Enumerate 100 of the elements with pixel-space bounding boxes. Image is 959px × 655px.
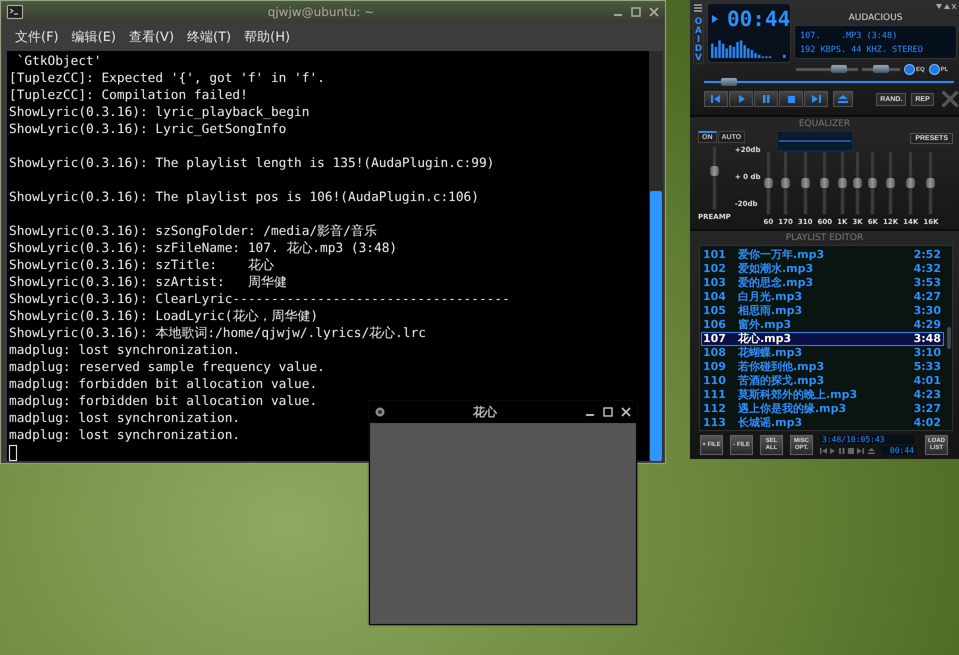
next-icon[interactable] xyxy=(810,93,822,105)
track-title: 遇上你是我的缘.mp3 xyxy=(738,403,848,415)
track-title: 花心.mp3 xyxy=(738,333,792,345)
terminal-line: ShowLyric(0.3.16): szTitle: 花心 xyxy=(9,257,274,274)
playlist-row[interactable]: 105 相思雨.mp3 3:30 xyxy=(701,304,944,318)
eq-slider[interactable] xyxy=(855,151,860,215)
menu-item[interactable]: 查看(V) xyxy=(128,28,174,46)
song-info: 107. .MP3 (3:48) xyxy=(800,30,898,43)
terminal-line: madplug: forbidden bit allocation value. xyxy=(9,393,318,410)
slider-thumb[interactable] xyxy=(721,78,737,86)
terminal-line: [TuplezCC]: Compilation failed! xyxy=(9,87,248,104)
eq-slider[interactable] xyxy=(783,151,788,215)
eq-slider[interactable] xyxy=(766,151,771,215)
track-title: 苦酒的探戈.mp3 xyxy=(738,375,826,387)
eq-slider[interactable] xyxy=(908,151,914,215)
playlist-title: PLAYLIST EDITOR xyxy=(784,232,864,245)
clutterbar[interactable]: OAIDV xyxy=(693,17,704,64)
slider-thumb[interactable] xyxy=(800,178,810,188)
pause-icon[interactable] xyxy=(760,93,772,105)
volume-slider[interactable] xyxy=(796,68,858,71)
slider-thumb[interactable] xyxy=(710,166,719,176)
track-number: 112 xyxy=(702,403,727,415)
track-title: 长城谣.mp3 xyxy=(738,417,804,429)
slider-thumb[interactable] xyxy=(926,178,936,188)
text-cursor xyxy=(9,445,17,461)
eq-slider[interactable] xyxy=(802,151,808,215)
elapsed-time: 00:44 xyxy=(727,8,790,30)
eq-slider[interactable] xyxy=(870,151,876,215)
eject-icon[interactable] xyxy=(836,93,850,105)
eq-slider[interactable] xyxy=(712,146,717,210)
track-length: 3:27 xyxy=(914,403,942,415)
terminal-line: madplug: lost synchronization. xyxy=(9,427,240,444)
play-icon xyxy=(711,14,719,24)
playlist-row[interactable]: 101 爱你一万年.mp3 2:52 xyxy=(701,248,944,262)
menu-item[interactable]: 文件(F) xyxy=(15,28,59,46)
playlist-row[interactable]: 110 苦酒的探戈.mp3 4:01 xyxy=(701,374,944,388)
slider-thumb[interactable] xyxy=(781,178,790,188)
playlist-row[interactable]: 113 长城谣.mp3 4:02 xyxy=(701,416,944,430)
playlist-row[interactable]: 109 若你碰到他.mp3 5:33 xyxy=(701,360,944,374)
eq-slider[interactable] xyxy=(822,151,828,215)
stop-icon[interactable] xyxy=(785,93,797,105)
track-length: 4:32 xyxy=(914,263,942,275)
slider-thumb[interactable] xyxy=(838,178,847,188)
track-number: 103 xyxy=(702,277,727,289)
close-icon[interactable] xyxy=(649,7,659,17)
terminal-line: ShowLyric(0.3.16): 本地歌词:/home/qjwjw/.lyrics/花心.lrc xyxy=(9,325,426,342)
menu-item[interactable]: 编辑(E) xyxy=(72,28,116,46)
close-icon[interactable] xyxy=(621,407,631,417)
scrollbar[interactable] xyxy=(649,51,663,461)
eq-slider[interactable] xyxy=(840,151,845,215)
track-title: 若你碰到他.mp3 xyxy=(738,361,826,373)
terminal-line: ShowLyric(0.3.16): lyric_playback_begin xyxy=(9,104,310,121)
balance-slider[interactable] xyxy=(862,68,900,71)
menu-icon[interactable] xyxy=(693,3,703,13)
track-length: 4:29 xyxy=(914,319,942,331)
slider-thumb[interactable] xyxy=(820,178,830,188)
slider-thumb[interactable] xyxy=(764,178,773,188)
track-title: 白月光.mp3 xyxy=(738,291,804,303)
slider-thumb[interactable] xyxy=(868,178,878,188)
shade-icon[interactable] xyxy=(935,3,957,10)
terminal-line: ShowLyric(0.3.16): szSongFolder: /media/影音/音乐 xyxy=(9,223,377,240)
playlist-row[interactable]: 106 窗外.mp3 4:29 xyxy=(701,318,944,332)
track-number: 107 xyxy=(702,333,727,345)
transport-controls-icon[interactable] xyxy=(820,446,878,454)
track-number: 110 xyxy=(702,375,727,387)
playlist-row[interactable]: 111 莫斯科郊外的晚上.mp3 4:23 xyxy=(701,388,944,402)
eq-slider[interactable] xyxy=(888,151,894,215)
track-number: 108 xyxy=(702,347,727,359)
slider-thumb[interactable] xyxy=(906,178,916,188)
playlist-row[interactable]: 108 花蝴蝶.mp3 3:10 xyxy=(701,346,944,360)
track-length: 4:23 xyxy=(914,389,942,401)
menu-item[interactable]: 帮助(H) xyxy=(244,28,290,46)
track-length: 3:10 xyxy=(914,347,942,359)
scrollbar-thumb[interactable] xyxy=(947,327,951,349)
playlist-row[interactable]: 112 遇上你是我的缘.mp3 3:27 xyxy=(701,402,944,416)
maximize-icon[interactable] xyxy=(603,407,613,417)
terminal-line: madplug: reserved sample frequency value. xyxy=(9,359,325,376)
track-number: 102 xyxy=(702,263,727,275)
track-number: 101 xyxy=(702,249,727,261)
terminal-line: ShowLyric(0.3.16): szFileName: 107. 花心.mp3 (3:48) xyxy=(9,240,398,257)
playlist-row[interactable]: 102 爱如潮水.mp3 4:32 xyxy=(701,262,944,276)
track-number: 105 xyxy=(702,305,727,317)
slider-thumb[interactable] xyxy=(831,65,848,73)
eq-slider[interactable] xyxy=(928,151,934,215)
playlist-row[interactable]: 107 花心.mp3 3:48 xyxy=(701,332,944,346)
window-title: 花心 xyxy=(472,404,498,420)
menu-item[interactable]: 终端(T) xyxy=(187,28,232,46)
slider-thumb[interactable] xyxy=(853,178,862,188)
app-icon[interactable] xyxy=(375,407,385,417)
previous-icon[interactable] xyxy=(710,93,722,105)
track-length: 4:27 xyxy=(914,291,942,303)
slider-thumb[interactable] xyxy=(886,178,896,188)
slider-thumb[interactable] xyxy=(873,65,889,73)
playlist-row[interactable]: 104 白月光.mp3 4:27 xyxy=(701,290,944,304)
track-title: 窗外.mp3 xyxy=(738,319,792,331)
scrollbar-thumb[interactable] xyxy=(650,191,662,461)
track-title: 爱的思念.mp3 xyxy=(738,277,814,289)
terminal-icon[interactable] xyxy=(7,5,23,19)
window-title: qjwjw@ubuntu: ~ xyxy=(266,5,376,19)
playlist-row[interactable]: 103 爱的思念.mp3 3:53 xyxy=(701,276,944,290)
